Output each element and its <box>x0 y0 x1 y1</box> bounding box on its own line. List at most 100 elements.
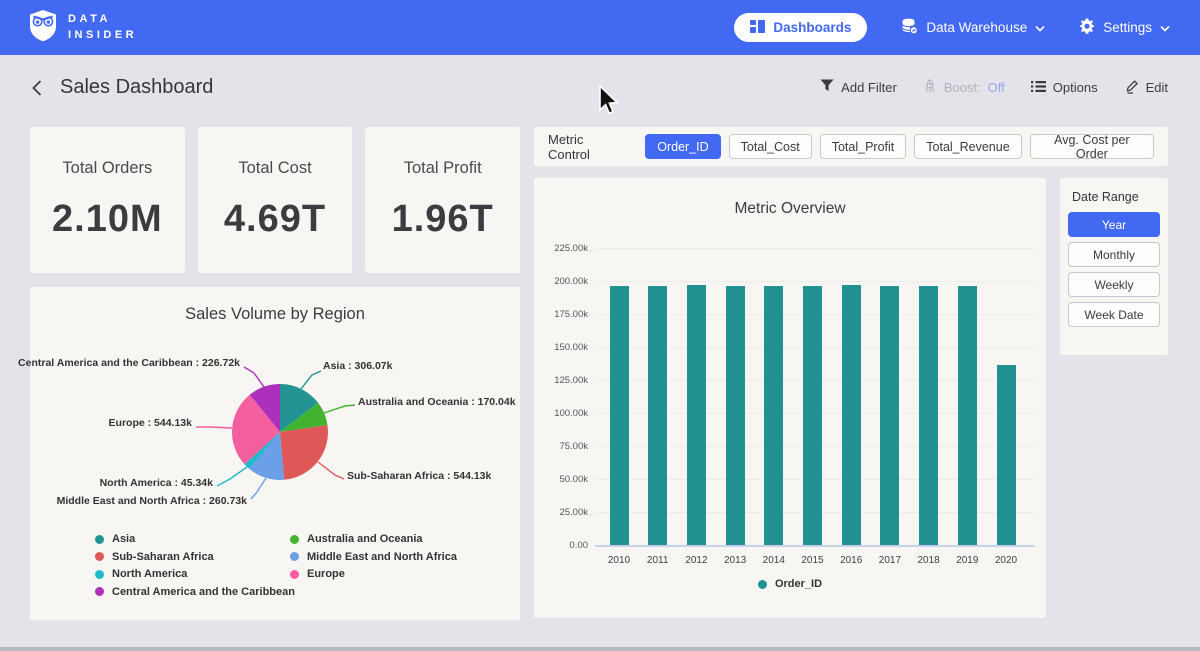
pie-leader-line <box>318 462 344 479</box>
pie-callout-central-america-and-the-caribbean: Central America and the Caribbean : 226.… <box>18 357 240 369</box>
bar-2014[interactable] <box>764 286 783 545</box>
settings-menu[interactable]: Settings <box>1079 18 1170 37</box>
x-axis-tick: 2012 <box>676 555 716 566</box>
pie-legend-item-australia-and-oceania[interactable]: Australia and Oceania <box>290 533 457 545</box>
y-axis-tick: 150.00k <box>538 342 588 353</box>
rocket-icon <box>923 79 937 97</box>
pie-callout-europe: Europe : 544.13k <box>109 417 192 429</box>
sales-volume-pie-card: Sales Volume by Region Asia : 306.07kAus… <box>30 287 520 620</box>
metric-option-total-cost[interactable]: Total_Cost <box>729 134 812 159</box>
x-axis-tick: 2020 <box>986 555 1026 566</box>
legend-label: North America <box>112 568 187 580</box>
metric-overview-chart-card: Metric Overview Order_ID 225.00k200.00k1… <box>534 178 1046 618</box>
pie-slice-sub-saharan-africa[interactable] <box>280 425 328 480</box>
options-button[interactable]: Options <box>1031 80 1098 96</box>
pie-leader-line <box>217 467 247 486</box>
dashboards-button[interactable]: Dashboards <box>734 13 867 42</box>
legend-dot <box>95 552 104 561</box>
metric-option-order-id[interactable]: Order_ID <box>645 134 720 159</box>
page-title: Sales Dashboard <box>60 76 213 99</box>
bar-2013[interactable] <box>726 286 745 545</box>
y-axis-tick: 100.00k <box>538 408 588 419</box>
date-range-label: Date Range <box>1072 190 1160 204</box>
edit-button[interactable]: Edit <box>1124 78 1168 97</box>
pie-legend-column-1: Asia Sub-Saharan Africa North America Ce… <box>95 533 295 598</box>
metric-option-avg-cost-per-order[interactable]: Avg. Cost per Order <box>1030 134 1154 159</box>
pie-leader-line <box>301 371 321 389</box>
pie-callout-middle-east-and-north-africa: Middle East and North Africa : 260.73k <box>57 495 247 507</box>
pie-callout-north-america: North America : 45.34k <box>100 477 213 489</box>
x-axis-tick: 2010 <box>599 555 639 566</box>
legend-dot <box>290 570 299 579</box>
legend-label: Order_ID <box>775 578 822 590</box>
brand-name: DATA INSIDER <box>68 12 137 44</box>
kpi-label: Total Profit <box>404 159 482 178</box>
legend-dot <box>95 587 104 596</box>
brand-logo[interactable]: DATA INSIDER <box>28 9 137 47</box>
back-button[interactable] <box>26 77 48 99</box>
kpi-value: 2.10M <box>52 198 163 241</box>
legend-dot <box>290 535 299 544</box>
metric-option-total-profit[interactable]: Total_Profit <box>820 134 907 159</box>
bar-2019[interactable] <box>958 286 977 545</box>
y-axis-tick: 0.00 <box>538 540 588 551</box>
date-range-option-monthly[interactable]: Monthly <box>1068 242 1160 267</box>
pie-legend-item-sub-saharan-africa[interactable]: Sub-Saharan Africa <box>95 551 295 563</box>
boost-state: Off <box>988 80 1005 95</box>
metric-control-bar: Metric Control Order_IDTotal_CostTotal_P… <box>534 127 1168 166</box>
bar-2015[interactable] <box>803 286 822 545</box>
date-range-option-year[interactable]: Year <box>1068 212 1160 237</box>
bar-chart-plot-area <box>595 248 1035 545</box>
chevron-down-icon <box>1160 20 1170 35</box>
kpi-label: Total Cost <box>238 159 311 178</box>
pie-leader-line <box>251 478 266 499</box>
chevron-down-icon <box>1035 20 1045 35</box>
pie-leader-line <box>324 405 355 413</box>
boost-toggle[interactable]: Boost: Off <box>923 79 1005 97</box>
bar-2018[interactable] <box>919 286 938 545</box>
y-axis-tick: 25.00k <box>538 507 588 518</box>
add-filter-button[interactable]: Add Filter <box>820 79 897 96</box>
legend-label: Australia and Oceania <box>307 533 423 545</box>
owl-logo-icon <box>28 9 58 47</box>
bottom-edge-strip <box>0 647 1200 651</box>
data-warehouse-menu[interactable]: Data Warehouse <box>901 18 1045 38</box>
x-axis-tick: 2013 <box>715 555 755 566</box>
legend-dot <box>95 570 104 579</box>
bar-chart-legend: Order_ID <box>534 578 1046 590</box>
kpi-card-total-profit: Total Profit 1.96T <box>365 127 520 273</box>
page-header: Sales Dashboard Add Filter Boost: Off <box>0 55 1200 120</box>
x-axis-tick: 2015 <box>793 555 833 566</box>
pie-legend-item-europe[interactable]: Europe <box>290 568 457 580</box>
bar-2012[interactable] <box>687 285 706 545</box>
bar-2010[interactable] <box>610 286 629 545</box>
bar-2020[interactable] <box>997 365 1016 545</box>
legend-label: Central America and the Caribbean <box>112 586 295 598</box>
y-axis-tick: 75.00k <box>538 441 588 452</box>
metric-option-total-revenue[interactable]: Total_Revenue <box>914 134 1021 159</box>
kpi-card-total-cost: Total Cost 4.69T <box>198 127 353 273</box>
bar-2016[interactable] <box>842 285 861 545</box>
x-axis-tick: 2016 <box>831 555 871 566</box>
gridline <box>595 281 1035 282</box>
legend-label: Sub-Saharan Africa <box>112 551 214 563</box>
pie-legend-item-north-america[interactable]: North America <box>95 568 295 580</box>
legend-label: Middle East and North Africa <box>307 551 457 563</box>
kpi-card-total-orders: Total Orders 2.10M <box>30 127 185 273</box>
y-axis-tick: 200.00k <box>538 276 588 287</box>
pie-legend-item-middle-east-and-north-africa[interactable]: Middle East and North Africa <box>290 551 457 563</box>
bar-2017[interactable] <box>880 286 899 545</box>
list-options-icon <box>1031 80 1046 96</box>
legend-dot <box>290 552 299 561</box>
pie-callout-sub-saharan-africa: Sub-Saharan Africa : 544.13k <box>347 470 491 482</box>
pie-legend-item-central-america-and-the-caribbean[interactable]: Central America and the Caribbean <box>95 586 295 598</box>
date-range-option-week-date[interactable]: Week Date <box>1068 302 1160 327</box>
kpi-label: Total Orders <box>62 159 152 178</box>
date-range-option-weekly[interactable]: Weekly <box>1068 272 1160 297</box>
pie-callout-australia-and-oceania: Australia and Oceania : 170.04k <box>358 396 516 408</box>
pie-legend-column-2: Australia and Oceania Middle East and No… <box>290 533 457 580</box>
y-axis-tick: 225.00k <box>538 243 588 254</box>
bar-2011[interactable] <box>648 286 667 545</box>
x-axis-baseline <box>595 545 1035 547</box>
pie-legend-item-asia[interactable]: Asia <box>95 533 295 545</box>
